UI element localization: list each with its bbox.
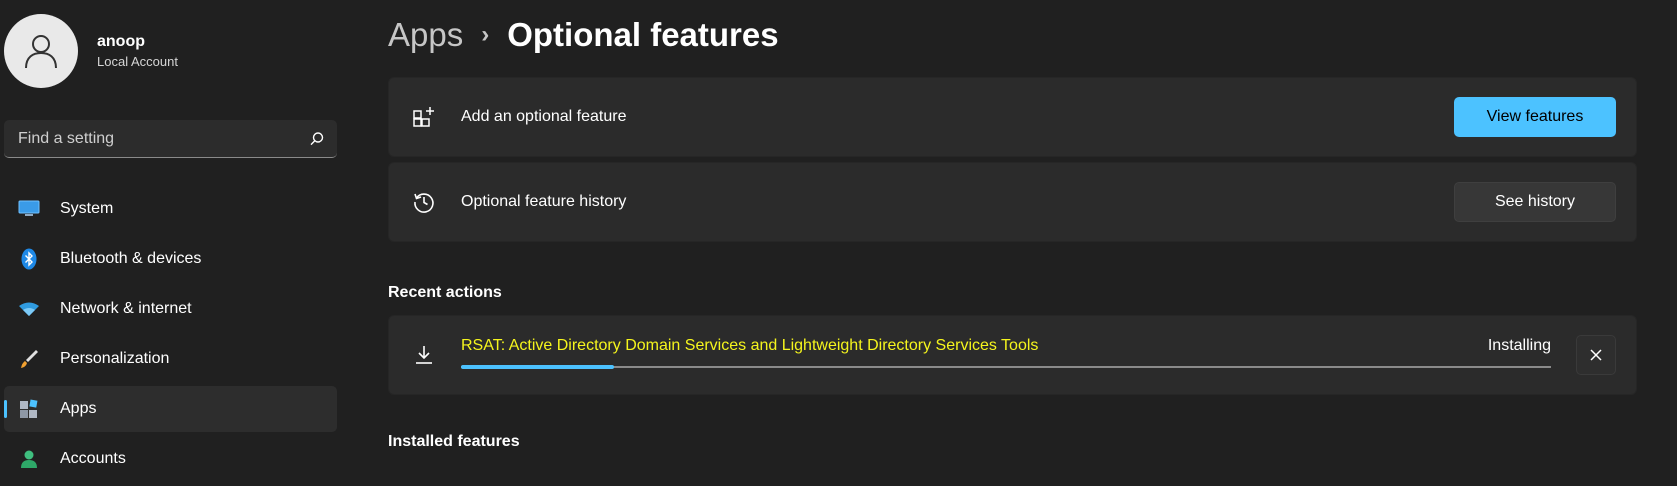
wifi-icon <box>18 298 40 320</box>
profile-name: anoop <box>97 33 145 50</box>
see-history-button[interactable]: See history <box>1454 182 1616 222</box>
bluetooth-icon <box>18 248 40 270</box>
apps-icon <box>18 398 40 420</box>
sidebar-item-label: System <box>60 200 114 217</box>
person-icon <box>25 35 57 69</box>
account-type: Local Account <box>97 54 178 69</box>
progress-fill <box>461 365 614 369</box>
sidebar-item-label: Apps <box>60 400 97 417</box>
install-progress-bar <box>461 365 1551 369</box>
recent-action-item: RSAT: Active Directory Domain Services a… <box>461 335 1551 375</box>
monitor-icon <box>18 198 40 220</box>
breadcrumb: Apps › Optional features <box>388 16 779 54</box>
install-status: Installing <box>1487 337 1551 354</box>
add-grid-icon <box>411 104 437 130</box>
avatar[interactable] <box>4 14 78 88</box>
chevron-right-icon: › <box>481 21 490 48</box>
installed-features-heading: Installed features <box>388 433 520 450</box>
sidebar-item-system[interactable]: System <box>4 186 337 232</box>
cancel-install-button[interactable] <box>1576 335 1616 375</box>
sidebar-item-personalization[interactable]: Personalization <box>4 336 337 382</box>
sidebar-item-accounts[interactable]: Accounts <box>4 436 337 482</box>
download-icon <box>411 342 437 368</box>
sidebar-item-label: Network & internet <box>60 300 192 317</box>
recent-actions-heading: Recent actions <box>388 284 502 301</box>
sidebar-item-network[interactable]: Network & internet <box>4 286 337 332</box>
sidebar-nav: System Bluetooth & devices Network & int… <box>4 186 337 486</box>
sidebar-item-label: Accounts <box>60 450 126 467</box>
user-profile[interactable]: anoop Local Account <box>4 14 178 88</box>
sidebar-item-label: Bluetooth & devices <box>60 250 202 267</box>
feature-history-card: Optional feature history See history <box>388 162 1637 242</box>
page-title: Optional features <box>507 16 779 53</box>
feature-history-label: Optional feature history <box>461 193 627 210</box>
view-features-button[interactable]: View features <box>1454 97 1616 137</box>
breadcrumb-parent-link[interactable]: Apps <box>388 16 463 54</box>
close-icon <box>1590 349 1602 361</box>
add-feature-card: Add an optional feature View features <box>388 77 1637 157</box>
search-input[interactable] <box>16 128 309 149</box>
sidebar-item-bluetooth[interactable]: Bluetooth & devices <box>4 236 337 282</box>
person-icon <box>18 448 40 470</box>
search-box[interactable] <box>4 120 337 158</box>
paintbrush-icon <box>18 348 40 370</box>
sidebar-item-label: Personalization <box>60 350 170 367</box>
sidebar-item-apps[interactable]: Apps <box>4 386 337 432</box>
recent-action-card: RSAT: Active Directory Domain Services a… <box>388 315 1637 395</box>
feature-name: RSAT: Active Directory Domain Services a… <box>461 337 1039 354</box>
history-icon <box>411 189 437 215</box>
add-feature-label: Add an optional feature <box>461 108 627 125</box>
sidebar: anoop Local Account System <box>0 0 345 478</box>
search-icon[interactable] <box>309 131 325 147</box>
